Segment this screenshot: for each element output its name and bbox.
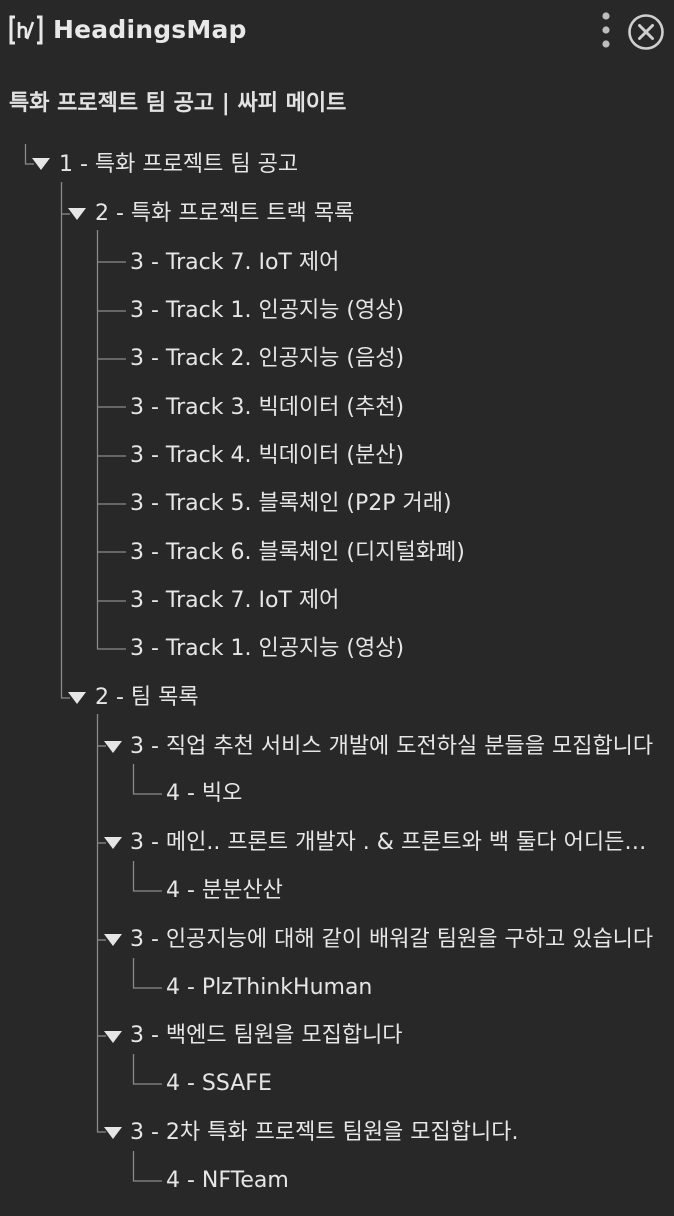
heading-h3-track[interactable]: 3 - Track 1. 인공지능 (영상): [130, 629, 665, 669]
collapse-caret-icon[interactable]: [104, 741, 122, 753]
collapse-caret-icon[interactable]: [68, 692, 86, 704]
collapse-caret-icon[interactable]: [32, 158, 50, 170]
heading-h4-team-name[interactable]: 4 - NFTeam: [166, 1161, 666, 1201]
heading-h4-team-name[interactable]: 4 - 분분산산: [166, 871, 666, 911]
collapse-caret-icon[interactable]: [104, 1031, 122, 1043]
page-title: 특화 프로젝트 팀 공고 | 싸피 메이트: [9, 91, 347, 116]
heading-h3-track[interactable]: 3 - Track 5. 블록체인 (P2P 거래): [130, 484, 665, 524]
heading-h2-teams[interactable]: 2 - 팀 목록: [95, 678, 665, 718]
heading-h2-tracks[interactable]: 2 - 특화 프로젝트 트랙 목록: [95, 194, 665, 234]
heading-h3-track[interactable]: 3 - Track 4. 빅데이터 (분산): [130, 436, 665, 476]
heading-h3-track[interactable]: 3 - Track 7. IoT 제어: [130, 243, 665, 283]
close-icon[interactable]: [627, 13, 665, 51]
collapse-caret-icon[interactable]: [104, 934, 122, 946]
collapse-caret-icon[interactable]: [104, 837, 122, 849]
heading-h4-team-name[interactable]: 4 - SSAFE: [166, 1064, 666, 1104]
heading-h4-team-name[interactable]: 4 - 빅오: [166, 774, 666, 814]
collapse-caret-icon[interactable]: [68, 208, 86, 220]
app-title: HeadingsMap: [53, 15, 247, 44]
panel-header: HeadingsMap: [0, 0, 674, 62]
heading-h1[interactable]: 1 - 특화 프로젝트 팀 공고: [59, 145, 659, 185]
heading-h4-team-name[interactable]: 4 - PlzThinkHuman: [166, 968, 666, 1008]
heading-h3-track[interactable]: 3 - Track 1. 인공지능 (영상): [130, 291, 665, 331]
heading-h3-track[interactable]: 3 - Track 6. 블록체인 (디지털화폐): [130, 533, 665, 573]
heading-h3-team[interactable]: 3 - 인공지능에 대해 같이 배워갈 팀원을 구하고 있습니다: [130, 920, 665, 960]
heading-h3-team[interactable]: 3 - 메인.. 프론트 개발자 . & 프론트와 백 둘다 어디든 환영합니다: [130, 823, 652, 863]
heading-h3-track[interactable]: 3 - Track 3. 빅데이터 (추천): [130, 388, 665, 428]
heading-h3-team[interactable]: 3 - 2차 특화 프로젝트 팀원을 모집합니다.: [130, 1113, 665, 1153]
heading-h3-team[interactable]: 3 - 직업 추천 서비스 개발에 도전하실 분들을 모집합니다: [130, 727, 665, 767]
heading-h3-team[interactable]: 3 - 백엔드 팀원을 모집합니다: [130, 1016, 665, 1056]
headingsmap-logo-icon: [9, 15, 43, 45]
collapse-caret-icon[interactable]: [104, 1127, 122, 1139]
heading-h3-track[interactable]: 3 - Track 7. IoT 제어: [130, 581, 665, 621]
heading-h3-track[interactable]: 3 - Track 2. 인공지능 (음성): [130, 339, 665, 379]
kebab-menu-icon[interactable]: [594, 10, 618, 50]
